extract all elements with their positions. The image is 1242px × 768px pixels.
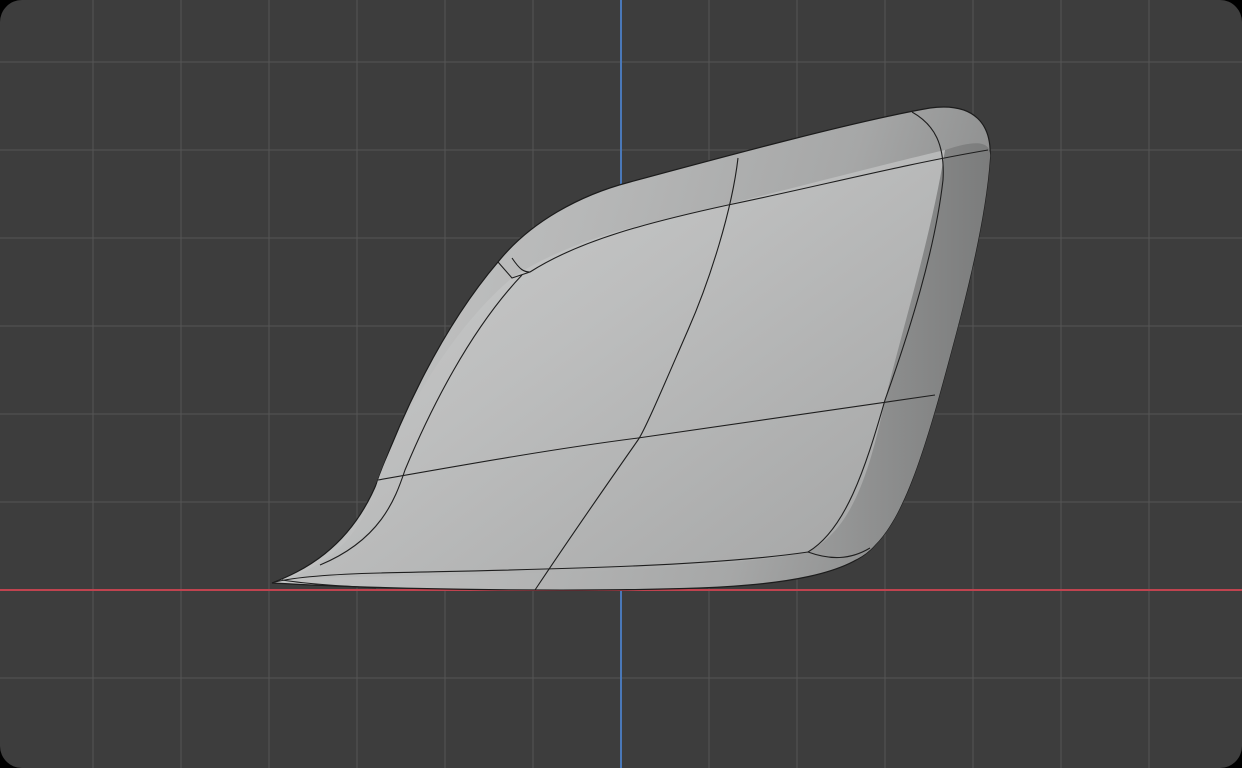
viewport-canvas[interactable] xyxy=(0,0,1242,768)
3d-viewport[interactable] xyxy=(0,0,1242,768)
mesh-object[interactable] xyxy=(271,106,991,591)
